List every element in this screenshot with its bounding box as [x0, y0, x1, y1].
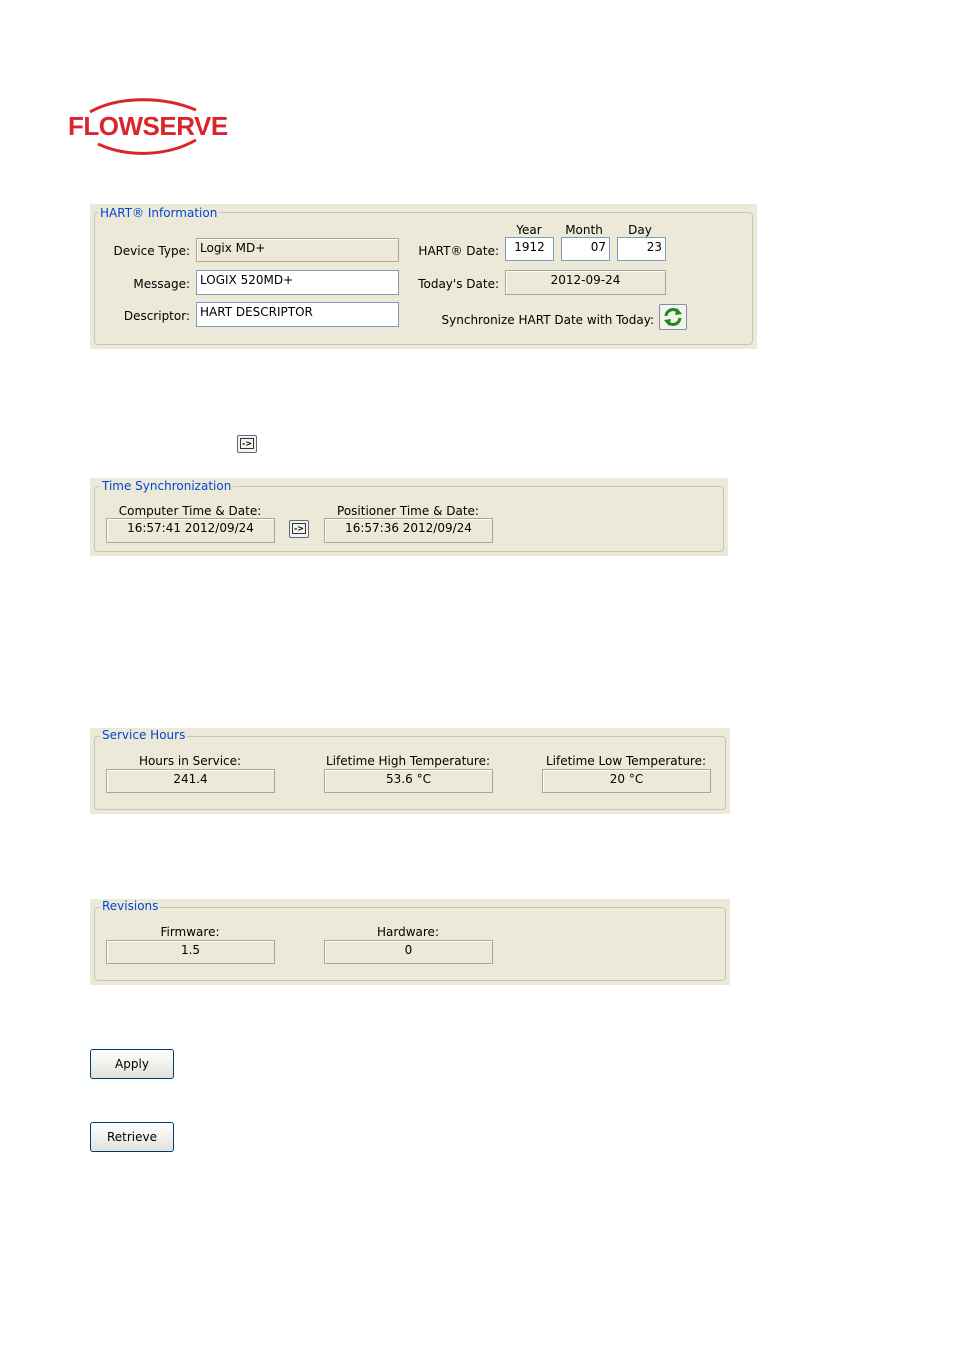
lifetime-high-temp-field: 53.6 °C [324, 769, 493, 793]
hart-information-legend: HART® Information [98, 206, 220, 220]
firmware-label: Firmware: [160, 925, 220, 939]
standalone-copy-button-label: -> [239, 438, 255, 449]
hart-information-panel: HART® Information Device Type: Logix MD+… [90, 204, 757, 349]
lifetime-high-temp-label: Lifetime High Temperature: [325, 754, 490, 768]
logo-text: FLOWSERVE [68, 111, 228, 141]
todays-date-label: Today's Date: [418, 277, 499, 291]
service-hours-legend: Service Hours [100, 728, 188, 742]
month-label: Month [565, 223, 603, 237]
day-label: Day [628, 223, 652, 237]
hart-day-input[interactable]: 23 [617, 237, 666, 261]
standalone-copy-button[interactable]: -> [237, 435, 257, 453]
descriptor-label: Descriptor: [123, 309, 190, 323]
message-label: Message: [133, 277, 190, 291]
refresh-icon [664, 308, 682, 326]
positioner-time-label: Positioner Time & Date: [337, 504, 479, 518]
time-sync-panel: Time Synchronization Computer Time & Dat… [90, 478, 728, 556]
descriptor-input[interactable]: HART DESCRIPTOR [196, 302, 399, 327]
hours-in-service-field: 241.4 [106, 769, 275, 793]
message-input[interactable]: LOGIX 520MD+ [196, 270, 399, 295]
hart-year-input[interactable]: 1912 [505, 237, 554, 261]
revisions-panel: Revisions Firmware: 1.5 Hardware: 0 [90, 899, 730, 985]
computer-time-field: 16:57:41 2012/09/24 [106, 518, 275, 543]
flowserve-logo: FLOWSERVE [68, 98, 228, 156]
lifetime-low-temp-label: Lifetime Low Temperature: [545, 754, 707, 768]
time-sync-legend: Time Synchronization [100, 479, 234, 493]
year-label: Year [516, 223, 542, 237]
hardware-label: Hardware: [377, 925, 439, 939]
firmware-field: 1.5 [106, 940, 275, 964]
todays-date-field: 2012-09-24 [505, 270, 666, 295]
hours-in-service-label: Hours in Service: [138, 754, 242, 768]
device-type-label: Device Type: [113, 244, 190, 258]
retrieve-button[interactable]: Retrieve [90, 1122, 174, 1152]
hart-date-label: HART® Date: [418, 244, 499, 258]
sync-hart-date-label: Synchronize HART Date with Today: [441, 313, 654, 327]
device-type-field: Logix MD+ [196, 238, 399, 262]
hart-month-input[interactable]: 07 [561, 237, 610, 261]
positioner-time-field: 16:57:36 2012/09/24 [324, 518, 493, 543]
apply-button[interactable]: Apply [90, 1049, 174, 1079]
hardware-field: 0 [324, 940, 493, 964]
lifetime-low-temp-field: 20 °C [542, 769, 711, 793]
copy-time-button-label: -> [291, 523, 307, 534]
copy-time-button[interactable]: -> [289, 520, 309, 538]
computer-time-label: Computer Time & Date: [118, 504, 262, 518]
revisions-legend: Revisions [100, 899, 161, 913]
service-hours-panel: Service Hours Hours in Service: 241.4 Li… [90, 728, 730, 814]
sync-hart-date-button[interactable] [659, 304, 687, 330]
